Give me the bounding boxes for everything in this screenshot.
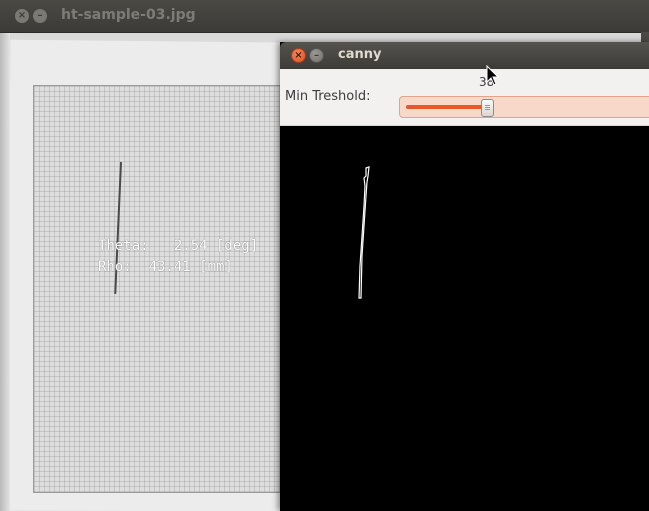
trackbar-panel: Min Treshold: 38 — [280, 69, 649, 126]
rho-readout: Rho: 43.41 [mm] — [98, 259, 233, 275]
close-icon[interactable]: × — [15, 9, 29, 23]
canny-window-titlebar[interactable]: × – canny — [280, 42, 649, 69]
slider-handle[interactable] — [481, 99, 494, 117]
image-window-titlebar[interactable]: × – ht-sample-03.jpg — [0, 0, 649, 33]
edge-image — [358, 166, 370, 299]
minimize-icon[interactable]: – — [309, 48, 324, 63]
minimize-icon[interactable]: – — [33, 9, 47, 23]
detected-edge — [358, 166, 370, 299]
canny-window-title: canny — [338, 47, 382, 62]
desktop: × – ht-sample-03.jpg Theta: 2.54 [deg] R… — [0, 0, 649, 511]
close-icon[interactable]: × — [291, 48, 306, 63]
min-threshold-label: Min Treshold: — [285, 89, 371, 104]
min-threshold-slider[interactable] — [399, 96, 649, 118]
canny-edge-canvas — [280, 126, 649, 511]
mouse-pointer-icon — [486, 65, 500, 86]
graph-paper — [33, 85, 285, 493]
photo-shadow — [0, 33, 10, 511]
canny-window: × – canny Min Treshold: 38 — [280, 42, 649, 511]
slider-fill — [406, 105, 486, 109]
theta-readout: Theta: 2.54 [deg] — [98, 238, 259, 254]
image-window-title: ht-sample-03.jpg — [61, 7, 196, 23]
